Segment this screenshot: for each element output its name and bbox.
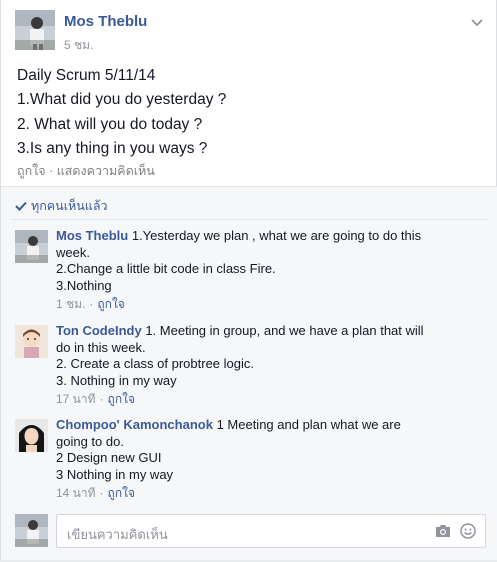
post-header: Mos Theblu 5 ชม. bbox=[15, 10, 485, 52]
emoji-icon[interactable] bbox=[460, 523, 476, 539]
check-icon bbox=[15, 200, 27, 211]
comment-text: 1 Meeting and plan what we are bbox=[216, 417, 401, 432]
post-actions: ถูกใจ · แสดงความคิดเห็น bbox=[17, 161, 155, 181]
comment-text: week. bbox=[56, 244, 90, 260]
commenter-avatar[interactable] bbox=[15, 325, 48, 358]
comment-like-link[interactable]: ถูกใจ bbox=[97, 297, 124, 311]
comment-text: do in this week. bbox=[56, 339, 146, 355]
comment-input-placeholder: เขียนความคิดเห็น bbox=[67, 527, 168, 542]
comment-body: Chompoo' Kamonchanok 1 Meeting and plan … bbox=[56, 417, 476, 502]
action-separator: · bbox=[49, 164, 54, 178]
post-card: Mos Theblu 5 ชม. Daily Scrum 5/11/14 1.W… bbox=[0, 0, 497, 560]
comment-text: 3. Nothing in my way bbox=[56, 372, 177, 388]
post-line: 1.What did you do yesterday ? bbox=[17, 91, 227, 109]
comment-composer: เขียนความคิดเห็น bbox=[15, 514, 486, 550]
author-avatar[interactable] bbox=[15, 10, 55, 50]
post-line: Daily Scrum 5/11/14 bbox=[17, 67, 156, 84]
post-timestamp[interactable]: 5 ชม. bbox=[64, 36, 93, 55]
post-message: Daily Scrum 5/11/14 1.What did you do ye… bbox=[17, 64, 477, 161]
post-line: 2. What will you do today ? bbox=[17, 115, 203, 133]
seen-label: ทุกคนเห็นแล้ว bbox=[31, 199, 108, 213]
commenter-name[interactable]: Mos Theblu bbox=[56, 228, 128, 243]
comment-body: Mos Theblu 1.Yesterday we plan , what we… bbox=[56, 228, 476, 313]
meta-separator: · bbox=[89, 297, 94, 311]
comment-text: 1.Yesterday we plan , what we are going … bbox=[131, 228, 422, 243]
comment-input[interactable]: เขียนความคิดเห็น bbox=[56, 514, 486, 548]
like-link[interactable]: ถูกใจ bbox=[17, 164, 46, 178]
comments-section: ทุกคนเห็นแล้ว Mos Theblu 1.Yesterday we … bbox=[1, 187, 497, 560]
comment-text: 3 Nothing in my way bbox=[56, 466, 174, 482]
meta-separator: · bbox=[99, 392, 104, 406]
commenter-name[interactable]: Chompoo' Kamonchanok bbox=[56, 417, 213, 432]
comment-body: Ton CodeIndy 1. Meeting in group, and we… bbox=[56, 323, 476, 408]
comment-text: 2.Change a little bit code in class Fire… bbox=[56, 261, 276, 276]
comment-text: 2 Design new GUI bbox=[56, 450, 162, 465]
comment-meta: 14 นาที · ถูกใจ bbox=[56, 485, 476, 502]
comment-text: 3.Nothing bbox=[56, 277, 112, 293]
commenter-avatar[interactable] bbox=[15, 419, 48, 452]
chevron-down-icon[interactable] bbox=[469, 14, 485, 30]
seen-by-everyone[interactable]: ทุกคนเห็นแล้ว bbox=[15, 196, 108, 216]
meta-separator: · bbox=[99, 486, 104, 500]
comment-timestamp[interactable]: 17 นาที bbox=[56, 392, 96, 406]
commenter-name[interactable]: Ton CodeIndy bbox=[56, 323, 142, 338]
comment-link[interactable]: แสดงความคิดเห็น bbox=[57, 164, 155, 178]
comment-meta: 17 นาที · ถูกใจ bbox=[56, 391, 476, 408]
comment-timestamp[interactable]: 14 นาที bbox=[56, 486, 96, 500]
commenter-avatar[interactable] bbox=[15, 230, 48, 263]
current-user-avatar bbox=[15, 514, 48, 547]
comment-text: 1. Meeting in group, and we have a plan … bbox=[145, 323, 424, 338]
post-author-name[interactable]: Mos Theblu bbox=[64, 13, 147, 30]
post-line: 3.Is any thing in you ways ? bbox=[17, 139, 208, 157]
camera-icon[interactable] bbox=[435, 524, 451, 538]
comment-text: going to do. bbox=[56, 433, 124, 449]
comment-like-link[interactable]: ถูกใจ bbox=[108, 486, 135, 500]
comment-text: 2. Create a class of probtree logic. bbox=[56, 356, 254, 371]
comment-like-link[interactable]: ถูกใจ bbox=[108, 392, 135, 406]
divider bbox=[11, 219, 488, 220]
comment-meta: 1 ชม. · ถูกใจ bbox=[56, 296, 476, 313]
comment-timestamp[interactable]: 1 ชม. bbox=[56, 297, 85, 311]
